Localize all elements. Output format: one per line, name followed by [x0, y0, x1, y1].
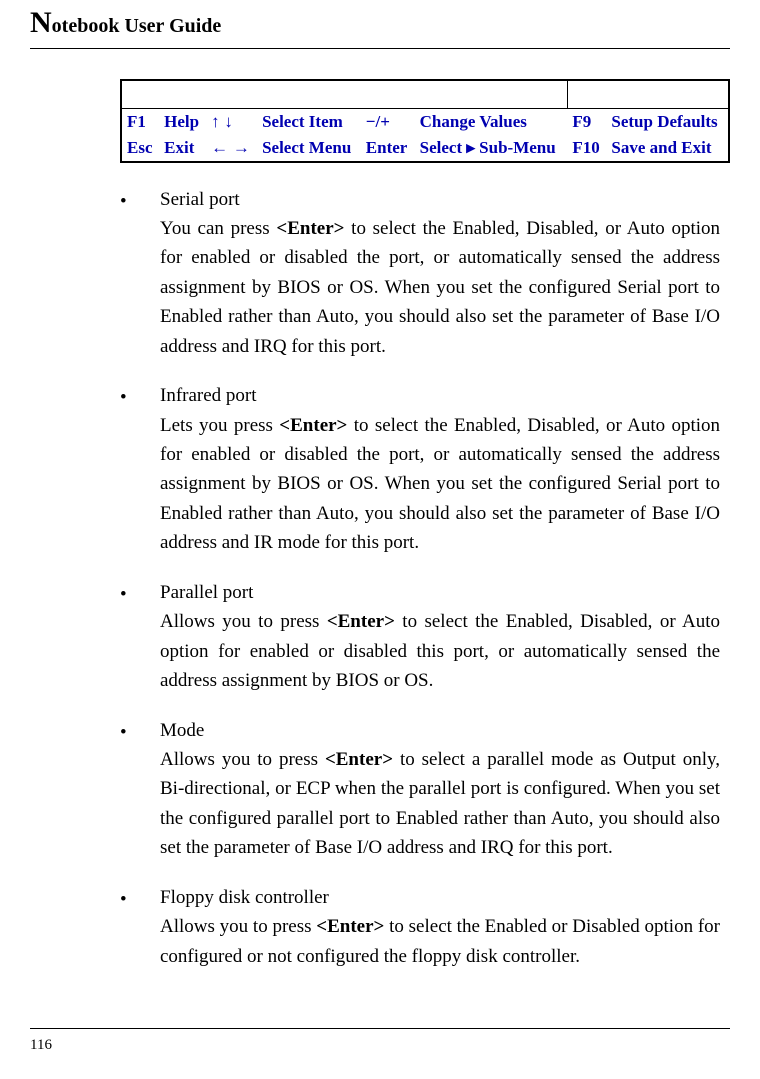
list-item: • Serial port You can press <Enter> to s… [120, 185, 720, 362]
header-title: Notebook User Guide [30, 15, 221, 37]
table-row: F1 Help ↑ ↓ Select Item −/+ Change Value… [121, 108, 729, 135]
page-number: 116 [30, 1037, 52, 1053]
item-body: Serial port You can press <Enter> to sel… [160, 185, 720, 362]
bullet-icon: • [120, 185, 160, 362]
action-cell: Exit [159, 135, 206, 162]
action-cell: Change Values [415, 108, 568, 135]
item-description: You can press <Enter> to select the Enab… [160, 214, 720, 361]
item-title: Mode [160, 716, 720, 745]
table-spacer [121, 80, 729, 108]
header-title-rest: otebook User Guide [52, 15, 222, 37]
keyboard-key: <Enter> [316, 916, 384, 937]
page-footer: 116 [30, 1028, 730, 1054]
text: Allows you to press [160, 916, 316, 937]
list-item: • Infrared port Lets you press <Enter> t… [120, 381, 720, 558]
bullet-icon: • [120, 883, 160, 971]
header-dropcap: N [30, 6, 52, 39]
action-cell: Save and Exit [606, 135, 729, 162]
bullet-icon: • [120, 716, 160, 863]
action-cell: Select ▸ Sub-Menu [415, 135, 568, 162]
item-body: Mode Allows you to press <Enter> to sele… [160, 716, 720, 863]
text: Allows you to press [160, 749, 325, 770]
item-description: Allows you to press <Enter> to select th… [160, 607, 720, 695]
action-cell: Help [159, 108, 206, 135]
table-row: Esc Exit ← → Select Menu Enter Select ▸ … [121, 135, 729, 162]
keyboard-key: <Enter> [279, 415, 347, 436]
item-description: Lets you press <Enter> to select the Ena… [160, 411, 720, 558]
item-title: Floppy disk controller [160, 883, 720, 912]
key-cell: F1 [121, 108, 159, 135]
action-cell: Setup Defaults [606, 108, 729, 135]
action-cell: Select Menu [257, 135, 361, 162]
keyboard-key: <Enter> [325, 749, 393, 770]
text: You can press [160, 218, 276, 239]
bios-key-legend: F1 Help ↑ ↓ Select Item −/+ Change Value… [120, 79, 730, 163]
key-cell: Enter [361, 135, 415, 162]
keyboard-key: <Enter> [327, 611, 395, 632]
arrow-icon: ← → [206, 135, 257, 162]
key-cell: F10 [567, 135, 606, 162]
item-body: Floppy disk controller Allows you to pre… [160, 883, 720, 971]
list-item: • Mode Allows you to press <Enter> to se… [120, 716, 720, 863]
arrow-icon: ↑ ↓ [206, 108, 257, 135]
item-title: Serial port [160, 185, 720, 214]
bullet-icon: • [120, 578, 160, 696]
item-body: Infrared port Lets you press <Enter> to … [160, 381, 720, 558]
key-cell: Esc [121, 135, 159, 162]
text: Allows you to press [160, 611, 327, 632]
item-body: Parallel port Allows you to press <Enter… [160, 578, 720, 696]
content-area: • Serial port You can press <Enter> to s… [120, 185, 720, 972]
key-cell: F9 [567, 108, 606, 135]
item-description: Allows you to press <Enter> to select th… [160, 912, 720, 971]
page-header: Notebook User Guide [30, 0, 730, 49]
list-item: • Floppy disk controller Allows you to p… [120, 883, 720, 971]
text: Lets you press [160, 415, 279, 436]
list-item: • Parallel port Allows you to press <Ent… [120, 578, 720, 696]
item-description: Allows you to press <Enter> to select a … [160, 745, 720, 863]
action-cell: Select Item [257, 108, 361, 135]
item-title: Parallel port [160, 578, 720, 607]
key-cell: −/+ [361, 108, 415, 135]
bullet-icon: • [120, 381, 160, 558]
keyboard-key: <Enter> [276, 218, 344, 239]
item-title: Infrared port [160, 381, 720, 410]
